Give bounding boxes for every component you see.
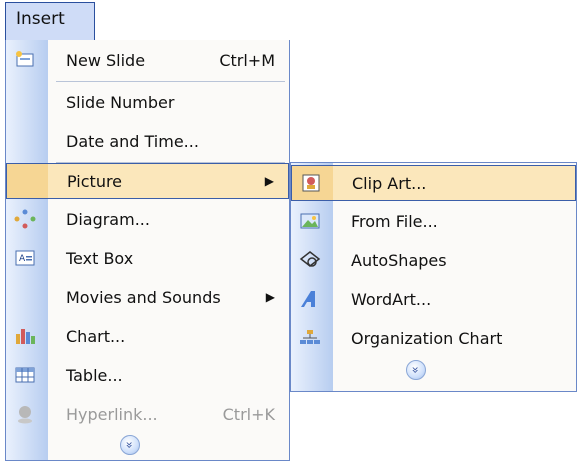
menu-item-from-file[interactable]: From File...	[291, 204, 576, 240]
menu-item-diagram[interactable]: Diagram...	[6, 202, 289, 238]
svg-text:A: A	[19, 254, 26, 264]
text-box-icon: A	[15, 250, 35, 266]
separator	[56, 81, 285, 82]
picture-submenu: Clip Art... From File... AutoShapes Word…	[290, 162, 577, 392]
menu-item-text-box[interactable]: A Text Box	[6, 241, 289, 277]
insert-menu-title[interactable]: Insert	[5, 2, 95, 40]
new-slide-icon	[16, 51, 34, 67]
insert-menu: New Slide Ctrl+M Slide Number Date and T…	[5, 40, 290, 461]
insert-menu-title-label: Insert	[16, 9, 65, 29]
menu-item-picture[interactable]: Picture ▶	[6, 163, 289, 199]
menu-item-organization-chart[interactable]: Organization Chart	[291, 321, 576, 357]
autoshapes-icon	[299, 251, 321, 267]
expand-submenu-icon[interactable]: »	[406, 360, 426, 380]
menu-item-date-and-time[interactable]: Date and Time...	[6, 124, 289, 160]
clip-art-icon	[302, 174, 320, 192]
menu-item-new-slide[interactable]: New Slide Ctrl+M	[6, 43, 289, 79]
menu-item-table[interactable]: Table...	[6, 358, 289, 394]
from-file-icon	[300, 213, 320, 229]
menu-item-slide-number[interactable]: Slide Number	[6, 85, 289, 121]
org-chart-icon	[300, 330, 320, 344]
expand-menu-icon[interactable]: »	[120, 435, 140, 455]
submenu-arrow-icon: ▶	[264, 174, 274, 188]
menu-item-chart[interactable]: Chart...	[6, 319, 289, 355]
menu-item-movies-and-sounds[interactable]: Movies and Sounds ▶	[6, 280, 289, 316]
menu-item-hyperlink[interactable]: Hyperlink... Ctrl+K	[6, 397, 289, 433]
menu-item-wordart[interactable]: WordArt...	[291, 282, 576, 318]
menu-item-autoshapes[interactable]: AutoShapes	[291, 243, 576, 279]
menu-item-clip-art[interactable]: Clip Art...	[291, 165, 576, 201]
submenu-arrow-icon: ▶	[265, 290, 275, 304]
table-icon	[15, 367, 35, 383]
hyperlink-icon	[18, 406, 32, 424]
diagram-icon	[14, 209, 36, 229]
wordart-icon	[301, 291, 315, 307]
chart-icon	[16, 329, 35, 344]
